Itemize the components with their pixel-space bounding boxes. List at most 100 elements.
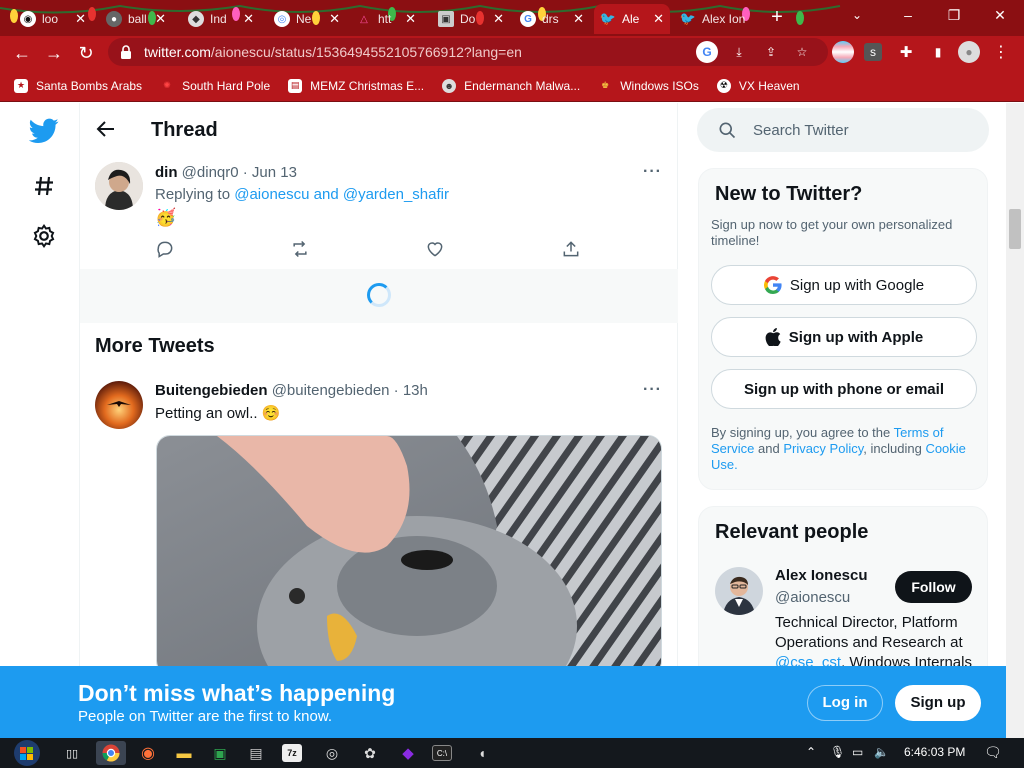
restore-button[interactable]: ❐ (932, 4, 976, 28)
tweet-author-name[interactable]: din (155, 164, 178, 181)
bookmark-item[interactable]: ☻ Endermanch Malwa... (442, 78, 580, 93)
bookmark-star-icon[interactable]: ☆ (791, 41, 813, 63)
bookmark-item[interactable]: ♚ Windows ISOs (598, 79, 699, 93)
microphone-icon[interactable]: 🎙 (830, 745, 845, 759)
tab-title: drs (542, 12, 559, 26)
avatar[interactable] (95, 381, 143, 429)
close-window-button[interactable]: ✕ (978, 4, 1022, 28)
settings-gear-icon[interactable] (28, 220, 60, 252)
volume-icon[interactable]: 🔈 (874, 745, 889, 759)
close-tab-icon[interactable]: ✕ (493, 11, 504, 27)
browser-tab[interactable]: ◉ loo ✕ (14, 4, 92, 34)
bio-mention-link[interactable]: @cse_cst (775, 654, 841, 666)
sign-up-button[interactable]: Sign up (895, 685, 981, 721)
browser-tab[interactable]: 🐦 Alex Ion (674, 4, 760, 34)
close-tab-icon[interactable]: ✕ (405, 11, 416, 27)
file-explorer-icon[interactable]: ▬ (172, 741, 196, 765)
google-lens-icon[interactable]: G (696, 41, 718, 63)
obs-icon[interactable]: ◎ (320, 741, 344, 765)
visual-studio-icon[interactable]: ◆ (396, 741, 420, 765)
task-manager-icon[interactable]: ▣ (208, 741, 232, 765)
browser-tab[interactable]: ▣ Do ✕ (432, 4, 510, 34)
close-tab-icon[interactable]: ✕ (573, 11, 584, 27)
back-arrow-icon[interactable]: ← (10, 42, 34, 66)
reload-icon[interactable]: ↻ (74, 42, 98, 66)
7zip-icon[interactable]: 7z (282, 744, 302, 762)
close-tab-icon[interactable]: ✕ (653, 11, 664, 27)
person-handle[interactable]: @aionescu (775, 589, 850, 606)
extension-flag-icon[interactable] (832, 41, 854, 63)
reply-icon[interactable] (155, 239, 175, 259)
tab-search-icon[interactable]: ⌄ (852, 8, 862, 22)
replying-to-links[interactable]: @aionescu and @yarden_shafir (234, 186, 449, 203)
tweet-meta[interactable]: @buitengebieden · 13h (272, 382, 428, 399)
twitter-logo-icon[interactable] (28, 115, 60, 147)
back-arrow-icon[interactable] (94, 117, 118, 141)
bookmark-item[interactable]: ☢ VX Heaven (716, 78, 800, 93)
browser-tab[interactable]: ◆ Ind ✕ (182, 4, 260, 34)
search-input[interactable]: Search Twitter (697, 108, 989, 152)
apple-icon (765, 328, 781, 346)
bookmark-item[interactable]: ✺ South Hard Pole (160, 79, 270, 93)
command-prompt-icon[interactable]: C:\ (432, 745, 452, 761)
browser-tab[interactable]: ◎ Ne ✕ (268, 4, 346, 34)
notepad-icon[interactable]: ▤ (244, 741, 268, 765)
retweet-icon[interactable] (290, 239, 310, 259)
extension-s-icon[interactable]: s (864, 43, 882, 61)
task-view-icon[interactable]: ▯▯ (60, 741, 84, 765)
tab-title: Ind (210, 12, 227, 26)
tweet-author-name[interactable]: Buitengebieden (155, 382, 268, 399)
follow-button[interactable]: Follow (895, 571, 972, 603)
log-in-button[interactable]: Log in (807, 685, 883, 721)
network-icon[interactable]: ▭ (852, 745, 863, 759)
privacy-link[interactable]: Privacy Policy (783, 441, 863, 456)
scrollbar-thumb[interactable] (1009, 209, 1021, 249)
explore-hashtag-icon[interactable] (28, 170, 60, 202)
tweet-media-video[interactable] (156, 435, 662, 666)
clock[interactable]: 6:46:03 PM (904, 745, 965, 759)
person-name[interactable]: Alex Ionescu (775, 567, 868, 584)
more-tweets-heading: More Tweets (95, 335, 215, 357)
side-panel-icon[interactable]: ▮ (927, 41, 949, 63)
browser-tab[interactable]: ● ball ✕ (100, 4, 172, 34)
browser-tab[interactable]: △ htt ✕ (350, 4, 422, 34)
close-tab-icon[interactable]: ✕ (329, 11, 340, 27)
avatar[interactable] (715, 567, 763, 615)
close-tab-icon[interactable]: ✕ (243, 11, 254, 27)
new-tab-button[interactable]: + (765, 6, 789, 30)
extensions-puzzle-icon[interactable]: ✚ (895, 41, 917, 63)
minimize-button[interactable]: – (886, 4, 930, 28)
bookmark-item[interactable]: ★ Santa Bombs Arabs (14, 78, 142, 93)
more-options-icon[interactable]: ··· (643, 163, 662, 181)
share-icon[interactable]: ⇪ (760, 41, 782, 63)
close-tab-icon[interactable]: ✕ (75, 11, 86, 27)
page-scrollbar[interactable] (1006, 103, 1024, 738)
address-bar[interactable]: twitter.com/aionescu/status/153649455210… (108, 38, 828, 66)
tab-title: Do (460, 12, 476, 26)
tweet-meta[interactable]: @dinqr0 · Jun 13 (182, 164, 297, 181)
close-tab-icon[interactable]: ✕ (155, 11, 166, 27)
sign-up-phone-email-button[interactable]: Sign up with phone or email (711, 369, 977, 409)
action-center-icon[interactable]: 🗨 (984, 744, 1002, 761)
like-heart-icon[interactable] (425, 239, 445, 259)
bookmark-item[interactable]: ▤ MEMZ Christmas E... (288, 78, 424, 93)
paint-palette-icon[interactable]: ✿ (358, 741, 382, 765)
install-app-icon[interactable]: ⤓ (728, 41, 750, 63)
start-button[interactable] (8, 738, 46, 768)
speaker-app-icon[interactable]: ◖ (470, 741, 494, 765)
browser-tab[interactable]: G drs ✕ (514, 4, 590, 34)
forward-arrow-icon[interactable]: → (42, 42, 66, 66)
browser-tab-active[interactable]: 🐦 Ale ✕ (594, 4, 670, 34)
show-hidden-icons-icon[interactable]: ⌃ (806, 745, 816, 759)
firefox-icon[interactable]: ◉ (136, 741, 160, 765)
tab-title: htt (378, 12, 392, 26)
profile-avatar-icon[interactable]: ● (958, 41, 980, 63)
share-upload-icon[interactable] (561, 239, 581, 259)
chrome-taskbar-icon[interactable] (96, 741, 126, 765)
sign-up-apple-button[interactable]: Sign up with Apple (711, 317, 977, 357)
sign-up-google-button[interactable]: Sign up with Google (711, 265, 977, 305)
github-icon: ◉ (20, 11, 36, 27)
avatar[interactable] (95, 162, 143, 210)
menu-kebab-icon[interactable]: ⋮ (990, 41, 1012, 63)
more-options-icon[interactable]: ··· (643, 381, 662, 399)
